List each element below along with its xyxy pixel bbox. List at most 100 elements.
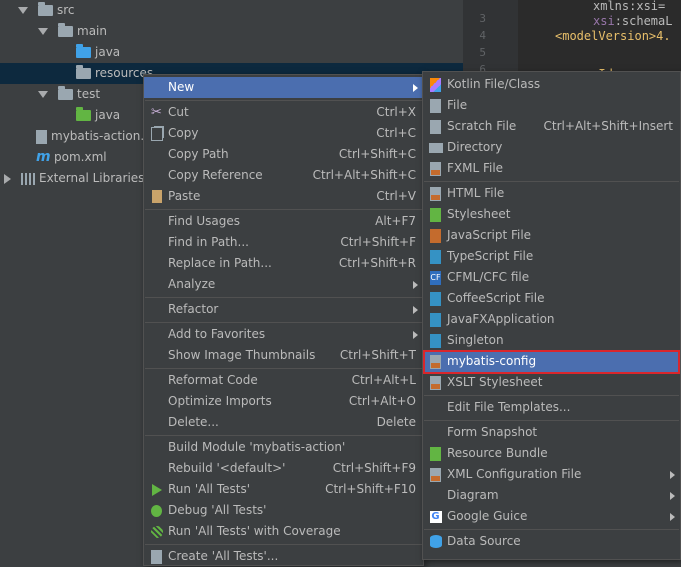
submenu-item-javafx[interactable]: JavaFXApplication [423,309,680,330]
menu-item-shortcut: Ctrl+Shift+F [340,235,416,249]
menu-item-refactor[interactable]: Refactor [144,299,423,320]
menu-item-label: Diagram [447,488,499,502]
menu-item-shortcut: Ctrl+Shift+C [338,147,416,161]
google-icon: G [429,510,442,523]
menu-separator [424,529,679,530]
menu-item-delete[interactable]: Delete... Delete [144,412,423,433]
menu-item-create-tests[interactable]: Create 'All Tests'... [144,546,423,567]
folder-icon [58,23,73,37]
submenu-item-file[interactable]: File [423,95,680,116]
menu-separator [145,209,422,210]
menu-item-shortcut: Ctrl+C [376,126,416,140]
submenu-item-coffeescript[interactable]: CoffeeScript File [423,288,680,309]
submenu-arrow-icon [413,84,418,92]
menu-item-replace-in-path[interactable]: Replace in Path... Ctrl+Shift+R [144,253,423,274]
menu-item-add-to-favorites[interactable]: Add to Favorites [144,324,423,345]
menu-separator [145,322,422,323]
menu-item-label: TypeScript File [447,249,534,263]
menu-item-find-in-path[interactable]: Find in Path... Ctrl+Shift+F [144,232,423,253]
menu-item-label: Google Guice [447,509,528,523]
tree-item-java[interactable]: java [0,42,463,63]
submenu-item-cfml[interactable]: CF CFML/CFC file [423,267,680,288]
expand-arrow-icon[interactable] [18,7,28,14]
resource-bundle-icon [428,446,443,461]
menu-item-run-with-coverage[interactable]: Run 'All Tests' with Coverage [144,521,423,542]
menu-item-label: Replace in Path... [168,256,272,270]
menu-item-label: FXML File [447,161,504,175]
menu-item-optimize-imports[interactable]: Optimize Imports Ctrl+Alt+O [144,391,423,412]
submenu-item-diagram[interactable]: Diagram [423,485,680,506]
tree-item-src[interactable]: src [0,0,463,21]
menu-item-shortcut: Ctrl+X [376,105,416,119]
menu-separator [145,100,422,101]
tree-item-label: main [77,24,107,38]
coverage-icon [149,524,164,539]
submenu-item-html[interactable]: HTML File [423,183,680,204]
submenu-item-fxml[interactable]: FXML File [423,158,680,179]
context-menu: New ✂ Cut Ctrl+X Copy Ctrl+C Copy Path C… [143,74,424,566]
menu-item-run-tests[interactable]: Run 'All Tests' Ctrl+Shift+F10 [144,479,423,500]
menu-separator [424,395,679,396]
submenu-item-scratch[interactable]: Scratch File Ctrl+Alt+Shift+Insert [423,116,680,137]
tree-item-label: External Libraries [39,171,145,185]
expand-arrow-icon[interactable] [38,28,48,35]
submenu-item-directory[interactable]: Directory [423,137,680,158]
submenu-item-singleton[interactable]: Singleton [423,330,680,351]
submenu-item-xml-configuration[interactable]: XML Configuration File [423,464,680,485]
menu-item-shortcut: Ctrl+Shift+F10 [325,482,416,496]
menu-item-cut[interactable]: ✂ Cut Ctrl+X [144,102,423,123]
menu-item-debug-tests[interactable]: Debug 'All Tests' [144,500,423,521]
submenu-item-edit-templates[interactable]: Edit File Templates... [423,397,680,418]
menu-item-label: New [168,80,195,94]
menu-item-build-module[interactable]: Build Module 'mybatis-action' [144,437,423,458]
menu-item-label: CoffeeScript File [447,291,545,305]
menu-item-copy-reference[interactable]: Copy Reference Ctrl+Alt+Shift+C [144,165,423,186]
highlight-box [423,350,680,374]
menu-item-paste[interactable]: Paste Ctrl+V [144,186,423,207]
menu-item-show-thumbnails[interactable]: Show Image Thumbnails Ctrl+Shift+T [144,345,423,366]
menu-item-label: Singleton [447,333,504,347]
menu-item-copy[interactable]: Copy Ctrl+C [144,123,423,144]
submenu-arrow-icon [670,492,675,500]
expand-arrow-icon[interactable] [38,91,48,98]
menu-separator [145,544,422,545]
menu-item-analyze[interactable]: Analyze [144,274,423,295]
menu-item-copy-path[interactable]: Copy Path Ctrl+Shift+C [144,144,423,165]
menu-item-label: Delete... [168,415,219,429]
menu-item-new[interactable]: New [144,77,423,98]
menu-item-label: CFML/CFC file [447,270,530,284]
menu-item-label: Directory [447,140,503,154]
menu-item-label: Rebuild '<default>' [168,461,286,475]
javascript-file-icon [428,228,443,243]
collapse-arrow-icon[interactable] [4,173,11,184]
menu-item-shortcut: Ctrl+Shift+T [339,348,416,362]
menu-item-shortcut: Ctrl+V [376,189,416,203]
submenu-item-google-guice[interactable]: G Google Guice [423,506,680,527]
menu-item-find-usages[interactable]: Find Usages Alt+F7 [144,211,423,232]
submenu-item-xslt[interactable]: XSLT Stylesheet [423,372,680,393]
menu-item-label: Run 'All Tests' [168,482,250,496]
submenu-item-data-source[interactable]: Data Source [423,531,680,552]
kotlin-icon [428,77,443,92]
menu-item-rebuild[interactable]: Rebuild '<default>' Ctrl+Shift+F9 [144,458,423,479]
menu-item-label: Refactor [168,302,219,316]
submenu-item-resource-bundle[interactable]: Resource Bundle [423,443,680,464]
debug-icon [149,503,164,518]
menu-item-label: Kotlin File/Class [447,77,541,91]
menu-item-label: Cut [168,105,189,119]
iml-file-icon [36,129,47,144]
submenu-arrow-icon [413,306,418,314]
submenu-item-form-snapshot[interactable]: Form Snapshot [423,422,680,443]
submenu-item-kotlin[interactable]: Kotlin File/Class [423,74,680,95]
tree-item-main[interactable]: main [0,21,463,42]
submenu-item-typescript[interactable]: TypeScript File [423,246,680,267]
menu-item-reformat-code[interactable]: Reformat Code Ctrl+Alt+L [144,370,423,391]
menu-item-shortcut: Ctrl+Shift+R [338,256,416,270]
menu-item-label: Scratch File [447,119,517,133]
menu-item-label: HTML File [447,186,505,200]
submenu-arrow-icon [670,471,675,479]
submenu-item-stylesheet[interactable]: Stylesheet [423,204,680,225]
menu-item-shortcut: Ctrl+Alt+Shift+C [312,168,416,182]
submenu-item-javascript[interactable]: JavaScript File [423,225,680,246]
menu-item-label: Optimize Imports [168,394,272,408]
